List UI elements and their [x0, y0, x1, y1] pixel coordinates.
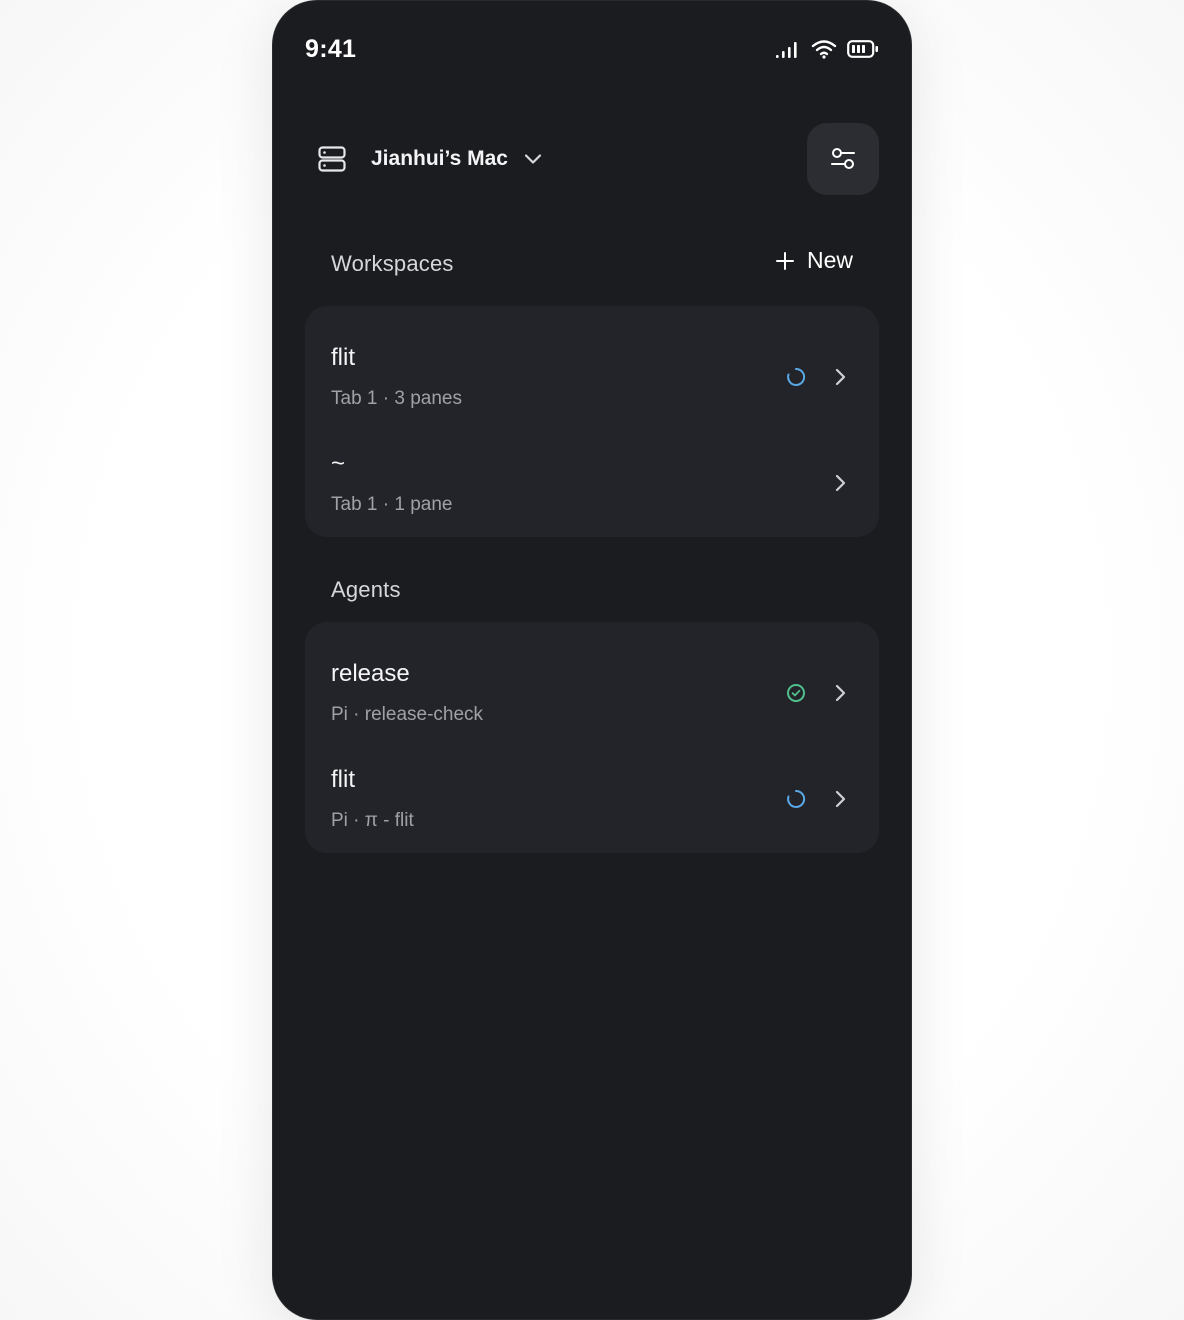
chevron-down-icon — [524, 154, 542, 164]
workspace-title: flit — [331, 344, 355, 371]
header: Jianhui’s Mac — [305, 123, 879, 195]
chevron-right-icon — [835, 684, 846, 702]
chevron-right-icon — [835, 474, 846, 492]
battery-icon — [847, 40, 878, 58]
phone-screen: 9:41 Jianhui’s Mac Workspaces New flit T… — [273, 1, 911, 1319]
host-name: Jianhui’s Mac — [371, 147, 508, 170]
status-bar: 9:41 — [273, 1, 911, 101]
loading-spinner-icon — [787, 367, 806, 386]
new-workspace-button[interactable]: New — [775, 247, 853, 274]
wifi-icon — [811, 40, 837, 59]
plus-icon — [775, 251, 794, 270]
canvas: 9:41 Jianhui’s Mac Workspaces New flit T… — [0, 0, 1184, 1320]
agent-subtitle: Pi · π - flit — [331, 810, 414, 831]
workspace-subtitle: Tab 1 · 1 pane — [331, 494, 453, 515]
server-icon — [318, 146, 346, 172]
agent-row-release[interactable]: release Pi · release-check — [305, 632, 879, 737]
chevron-right-icon — [835, 790, 846, 808]
workspace-title: ~ — [331, 450, 346, 477]
new-button-label: New — [806, 247, 853, 273]
agents-title: Agents — [331, 577, 401, 602]
sliders-icon — [831, 148, 855, 169]
workspaces-header: Workspaces New — [305, 245, 879, 285]
agent-row-flit[interactable]: flit Pi · π - flit — [305, 738, 879, 843]
chevron-right-icon — [835, 368, 846, 386]
agent-title: release — [331, 660, 410, 687]
agent-title: flit — [331, 766, 355, 793]
status-time: 9:41 — [305, 35, 357, 63]
agents-header: Agents — [305, 571, 879, 611]
agents-card: release Pi · release-check flit Pi · π -… — [305, 622, 879, 853]
settings-button[interactable] — [807, 123, 879, 195]
status-icons — [775, 39, 879, 59]
cellular-signal-icon — [776, 42, 797, 58]
workspace-subtitle: Tab 1 · 3 panes — [331, 388, 462, 409]
workspace-row-flit[interactable]: flit Tab 1 · 3 panes — [305, 316, 879, 421]
host-selector[interactable]: Jianhui’s Mac — [317, 123, 542, 195]
agent-subtitle: Pi · release-check — [331, 704, 484, 725]
check-circle-icon — [787, 684, 805, 702]
workspaces-title: Workspaces — [331, 251, 454, 276]
workspaces-card: flit Tab 1 · 3 panes ~ Tab 1 · 1 pane — [305, 306, 879, 537]
workspace-row-home[interactable]: ~ Tab 1 · 1 pane — [305, 422, 879, 527]
loading-spinner-icon — [787, 789, 806, 808]
